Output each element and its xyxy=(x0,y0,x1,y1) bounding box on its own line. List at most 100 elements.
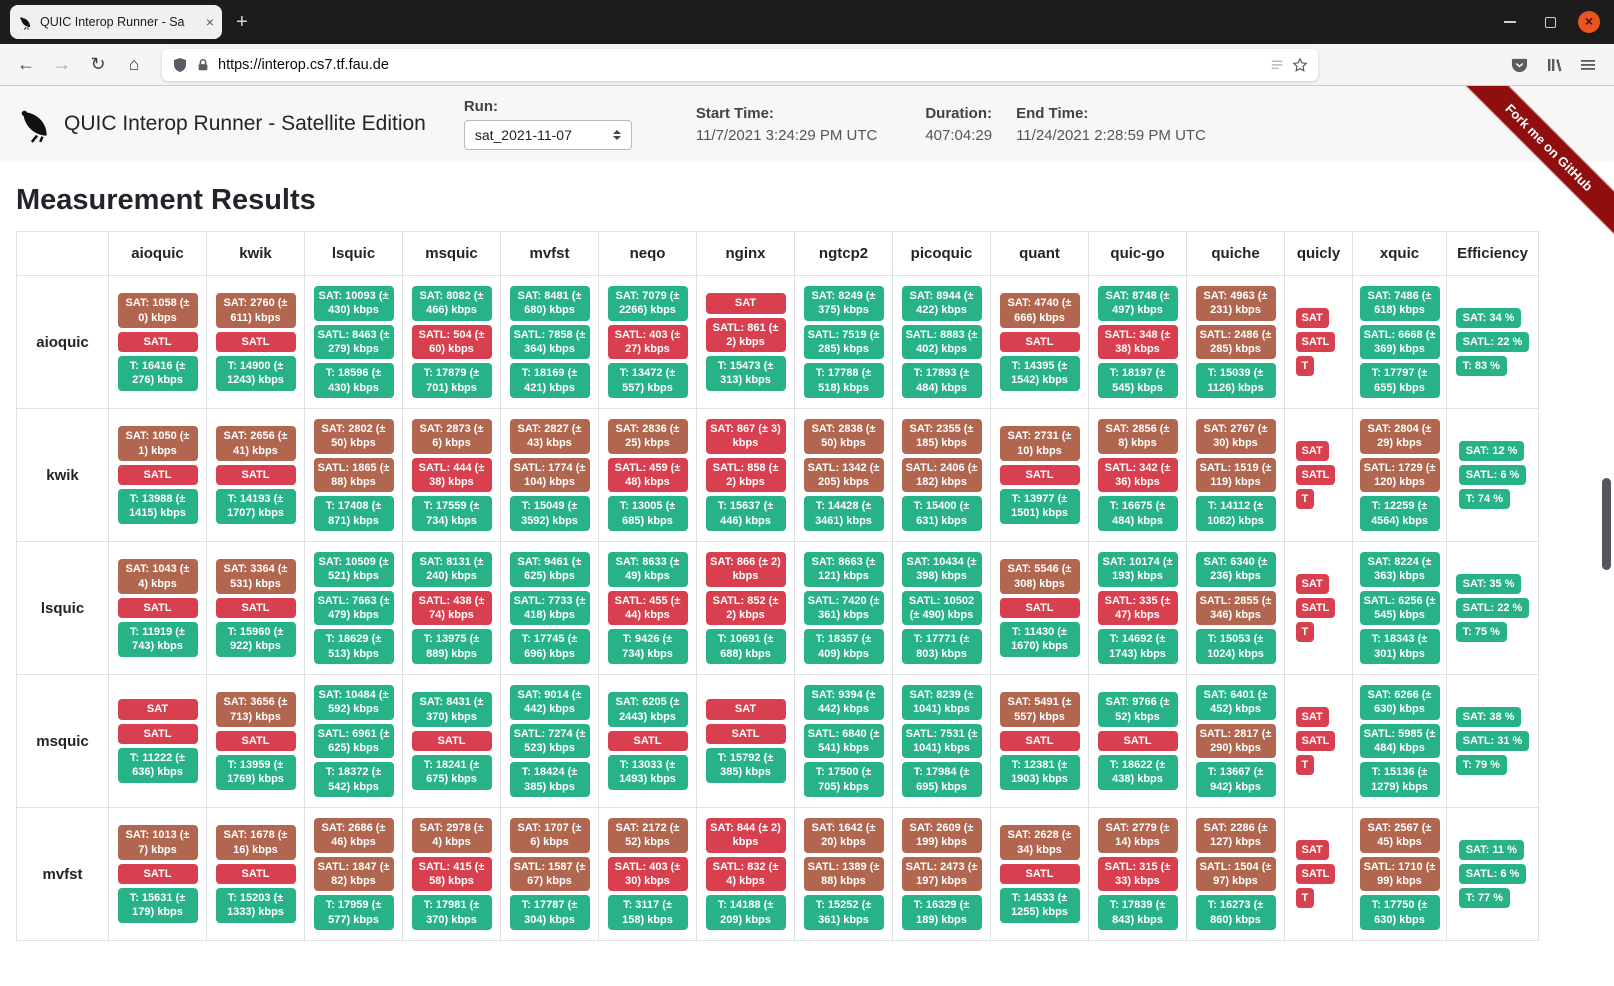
satl-badge[interactable]: SATL xyxy=(1296,598,1336,618)
satl-badge[interactable]: SATL: 1710 (± 99) kbps xyxy=(1360,857,1440,892)
satl-badge[interactable]: SATL: 403 (± 27) kbps xyxy=(608,325,688,360)
sat-badge[interactable]: SAT: 1642 (± 20) kbps xyxy=(804,818,884,853)
reload-button[interactable]: ↻ xyxy=(82,50,114,80)
sat-badge[interactable]: SAT: 8663 (± 121) kbps xyxy=(804,552,884,587)
satl-badge[interactable]: SATL xyxy=(706,724,786,744)
satl-badge[interactable]: SATL: 2817 (± 290) kbps xyxy=(1196,724,1276,759)
t-badge[interactable]: T xyxy=(1296,755,1315,775)
t-badge[interactable]: T: 17893 (± 484) kbps xyxy=(902,363,982,398)
sat-badge[interactable]: SAT: 2767 (± 30) kbps xyxy=(1196,419,1276,454)
sat-badge[interactable]: SAT xyxy=(1296,308,1329,328)
satl-badge[interactable]: SATL: 1865 (± 88) kbps xyxy=(314,458,394,493)
t-badge[interactable]: T: 13988 (± 1415) kbps xyxy=(118,489,198,524)
satl-badge[interactable]: SATL: 858 (± 2) kbps xyxy=(706,458,786,493)
sat-badge[interactable]: SAT: 8481 (± 680) kbps xyxy=(510,286,590,321)
sat-badge[interactable]: SAT: 2609 (± 199) kbps xyxy=(902,818,982,853)
t-badge[interactable]: T: 14900 (± 1243) kbps xyxy=(216,356,296,391)
t-badge[interactable]: T: 11919 (± 743) kbps xyxy=(118,622,198,657)
satl-badge[interactable]: SATL xyxy=(216,465,296,485)
t-badge[interactable]: T: 15136 (± 1279) kbps xyxy=(1360,762,1440,797)
satl-badge[interactable]: SATL: 861 (± 2) kbps xyxy=(706,318,786,353)
sat-badge[interactable]: SAT: 9766 (± 52) kbps xyxy=(1098,692,1178,727)
sat-badge[interactable]: SAT: 6266 (± 630) kbps xyxy=(1360,685,1440,720)
t-badge[interactable]: T: 15960 (± 922) kbps xyxy=(216,622,296,657)
sat-badge[interactable]: SAT: 9394 (± 442) kbps xyxy=(804,685,884,720)
t-badge[interactable]: T: 15631 (± 179) kbps xyxy=(118,888,198,923)
sat-badge[interactable]: SAT: 2779 (± 14) kbps xyxy=(1098,818,1178,853)
t-badge[interactable]: T: 16675 (± 484) kbps xyxy=(1098,496,1178,531)
sat-badge[interactable]: SAT: 9461 (± 625) kbps xyxy=(510,552,590,587)
forward-button[interactable]: → xyxy=(46,50,78,80)
satl-badge[interactable]: SATL: 1504 (± 97) kbps xyxy=(1196,857,1276,892)
sat-badge[interactable]: SAT: 844 (± 2) kbps xyxy=(706,818,786,853)
satl-badge[interactable]: SATL: 438 (± 74) kbps xyxy=(412,591,492,626)
new-tab-button[interactable]: + xyxy=(236,12,248,32)
t-badge[interactable]: T xyxy=(1296,489,1315,509)
t-badge[interactable]: T: 17408 (± 871) kbps xyxy=(314,496,394,531)
sat-badge[interactable]: SAT: 1043 (± 4) kbps xyxy=(118,559,198,594)
satl-badge[interactable]: SATL xyxy=(216,864,296,884)
sat-badge[interactable]: SAT: 2978 (± 4) kbps xyxy=(412,818,492,853)
back-button[interactable]: ← xyxy=(10,50,42,80)
sat-badge[interactable]: SAT: 2836 (± 25) kbps xyxy=(608,419,688,454)
satl-badge[interactable]: SATL: 315 (± 33) kbps xyxy=(1098,857,1178,892)
fork-ribbon-link[interactable]: Fork me on GitHub xyxy=(1450,86,1614,247)
sat-badge[interactable]: SAT: 10484 (± 592) kbps xyxy=(314,685,394,720)
sat-badge[interactable]: SAT: 10174 (± 193) kbps xyxy=(1098,552,1178,587)
satl-badge[interactable]: SATL: 31 % xyxy=(1456,731,1530,751)
satl-badge[interactable]: SATL xyxy=(1000,465,1080,485)
lock-icon[interactable] xyxy=(196,58,210,72)
t-badge[interactable]: T: 9426 (± 734) kbps xyxy=(608,629,688,664)
t-badge[interactable]: T: 77 % xyxy=(1459,888,1510,908)
minimize-button[interactable] xyxy=(1498,10,1522,34)
satl-badge[interactable]: SATL: 8883 (± 402) kbps xyxy=(902,325,982,360)
satl-badge[interactable]: SATL: 348 (± 38) kbps xyxy=(1098,325,1178,360)
t-badge[interactable]: T: 18596 (± 430) kbps xyxy=(314,363,394,398)
pocket-icon[interactable] xyxy=(1511,56,1528,73)
t-badge[interactable]: T: 17559 (± 734) kbps xyxy=(412,496,492,531)
sat-badge[interactable]: SAT xyxy=(118,699,198,719)
t-badge[interactable]: T: 18629 (± 513) kbps xyxy=(314,629,394,664)
satl-badge[interactable]: SATL: 10502 (± 490) kbps xyxy=(902,591,982,626)
t-badge[interactable]: T: 13977 (± 1501) kbps xyxy=(1000,489,1080,524)
sat-badge[interactable]: SAT: 2873 (± 6) kbps xyxy=(412,419,492,454)
sat-badge[interactable]: SAT xyxy=(706,293,786,313)
t-badge[interactable]: T: 17788 (± 518) kbps xyxy=(804,363,884,398)
sat-badge[interactable]: SAT: 11 % xyxy=(1459,840,1524,860)
close-button[interactable]: × xyxy=(1578,11,1600,33)
t-badge[interactable]: T: 18424 (± 385) kbps xyxy=(510,762,590,797)
sat-badge[interactable]: SAT: 8633 (± 49) kbps xyxy=(608,552,688,587)
satl-badge[interactable]: SATL: 6668 (± 369) kbps xyxy=(1360,325,1440,360)
satl-badge[interactable]: SATL: 8463 (± 279) kbps xyxy=(314,325,394,360)
satl-badge[interactable]: SATL xyxy=(118,598,198,618)
t-badge[interactable]: T: 75 % xyxy=(1456,622,1507,642)
satl-badge[interactable]: SATL: 1774 (± 104) kbps xyxy=(510,458,590,493)
sat-badge[interactable]: SAT: 2856 (± 8) kbps xyxy=(1098,419,1178,454)
sat-badge[interactable]: SAT: 6205 (± 2443) kbps xyxy=(608,692,688,727)
sat-badge[interactable]: SAT: 1058 (± 0) kbps xyxy=(118,293,198,328)
sat-badge[interactable]: SAT: 1050 (± 1) kbps xyxy=(118,426,198,461)
sat-badge[interactable]: SAT: 9014 (± 442) kbps xyxy=(510,685,590,720)
satl-badge[interactable]: SATL xyxy=(118,465,198,485)
t-badge[interactable]: T: 3117 (± 158) kbps xyxy=(608,895,688,930)
satl-badge[interactable]: SATL: 7420 (± 361) kbps xyxy=(804,591,884,626)
satl-badge[interactable]: SATL xyxy=(1296,465,1336,485)
t-badge[interactable]: T: 15053 (± 1024) kbps xyxy=(1196,629,1276,664)
t-badge[interactable]: T xyxy=(1296,356,1315,376)
t-badge[interactable]: T: 18343 (± 301) kbps xyxy=(1360,629,1440,664)
t-badge[interactable]: T: 17771 (± 803) kbps xyxy=(902,629,982,664)
sat-badge[interactable]: SAT: 6401 (± 452) kbps xyxy=(1196,685,1276,720)
sat-badge[interactable]: SAT xyxy=(706,699,786,719)
satl-badge[interactable]: SATL xyxy=(1000,731,1080,751)
sat-badge[interactable]: SAT: 10434 (± 398) kbps xyxy=(902,552,982,587)
satl-badge[interactable]: SATL xyxy=(1098,731,1178,751)
satl-badge[interactable]: SATL: 7733 (± 418) kbps xyxy=(510,591,590,626)
maximize-button[interactable] xyxy=(1538,10,1562,34)
shield-icon[interactable] xyxy=(172,57,188,73)
sat-badge[interactable]: SAT: 4740 (± 666) kbps xyxy=(1000,293,1080,328)
menu-icon[interactable] xyxy=(1580,57,1596,73)
satl-badge[interactable]: SATL: 7663 (± 479) kbps xyxy=(314,591,394,626)
t-badge[interactable]: T: 11222 (± 636) kbps xyxy=(118,748,198,783)
sat-badge[interactable]: SAT: 4963 (± 231) kbps xyxy=(1196,286,1276,321)
t-badge[interactable]: T: 17981 (± 370) kbps xyxy=(412,895,492,930)
